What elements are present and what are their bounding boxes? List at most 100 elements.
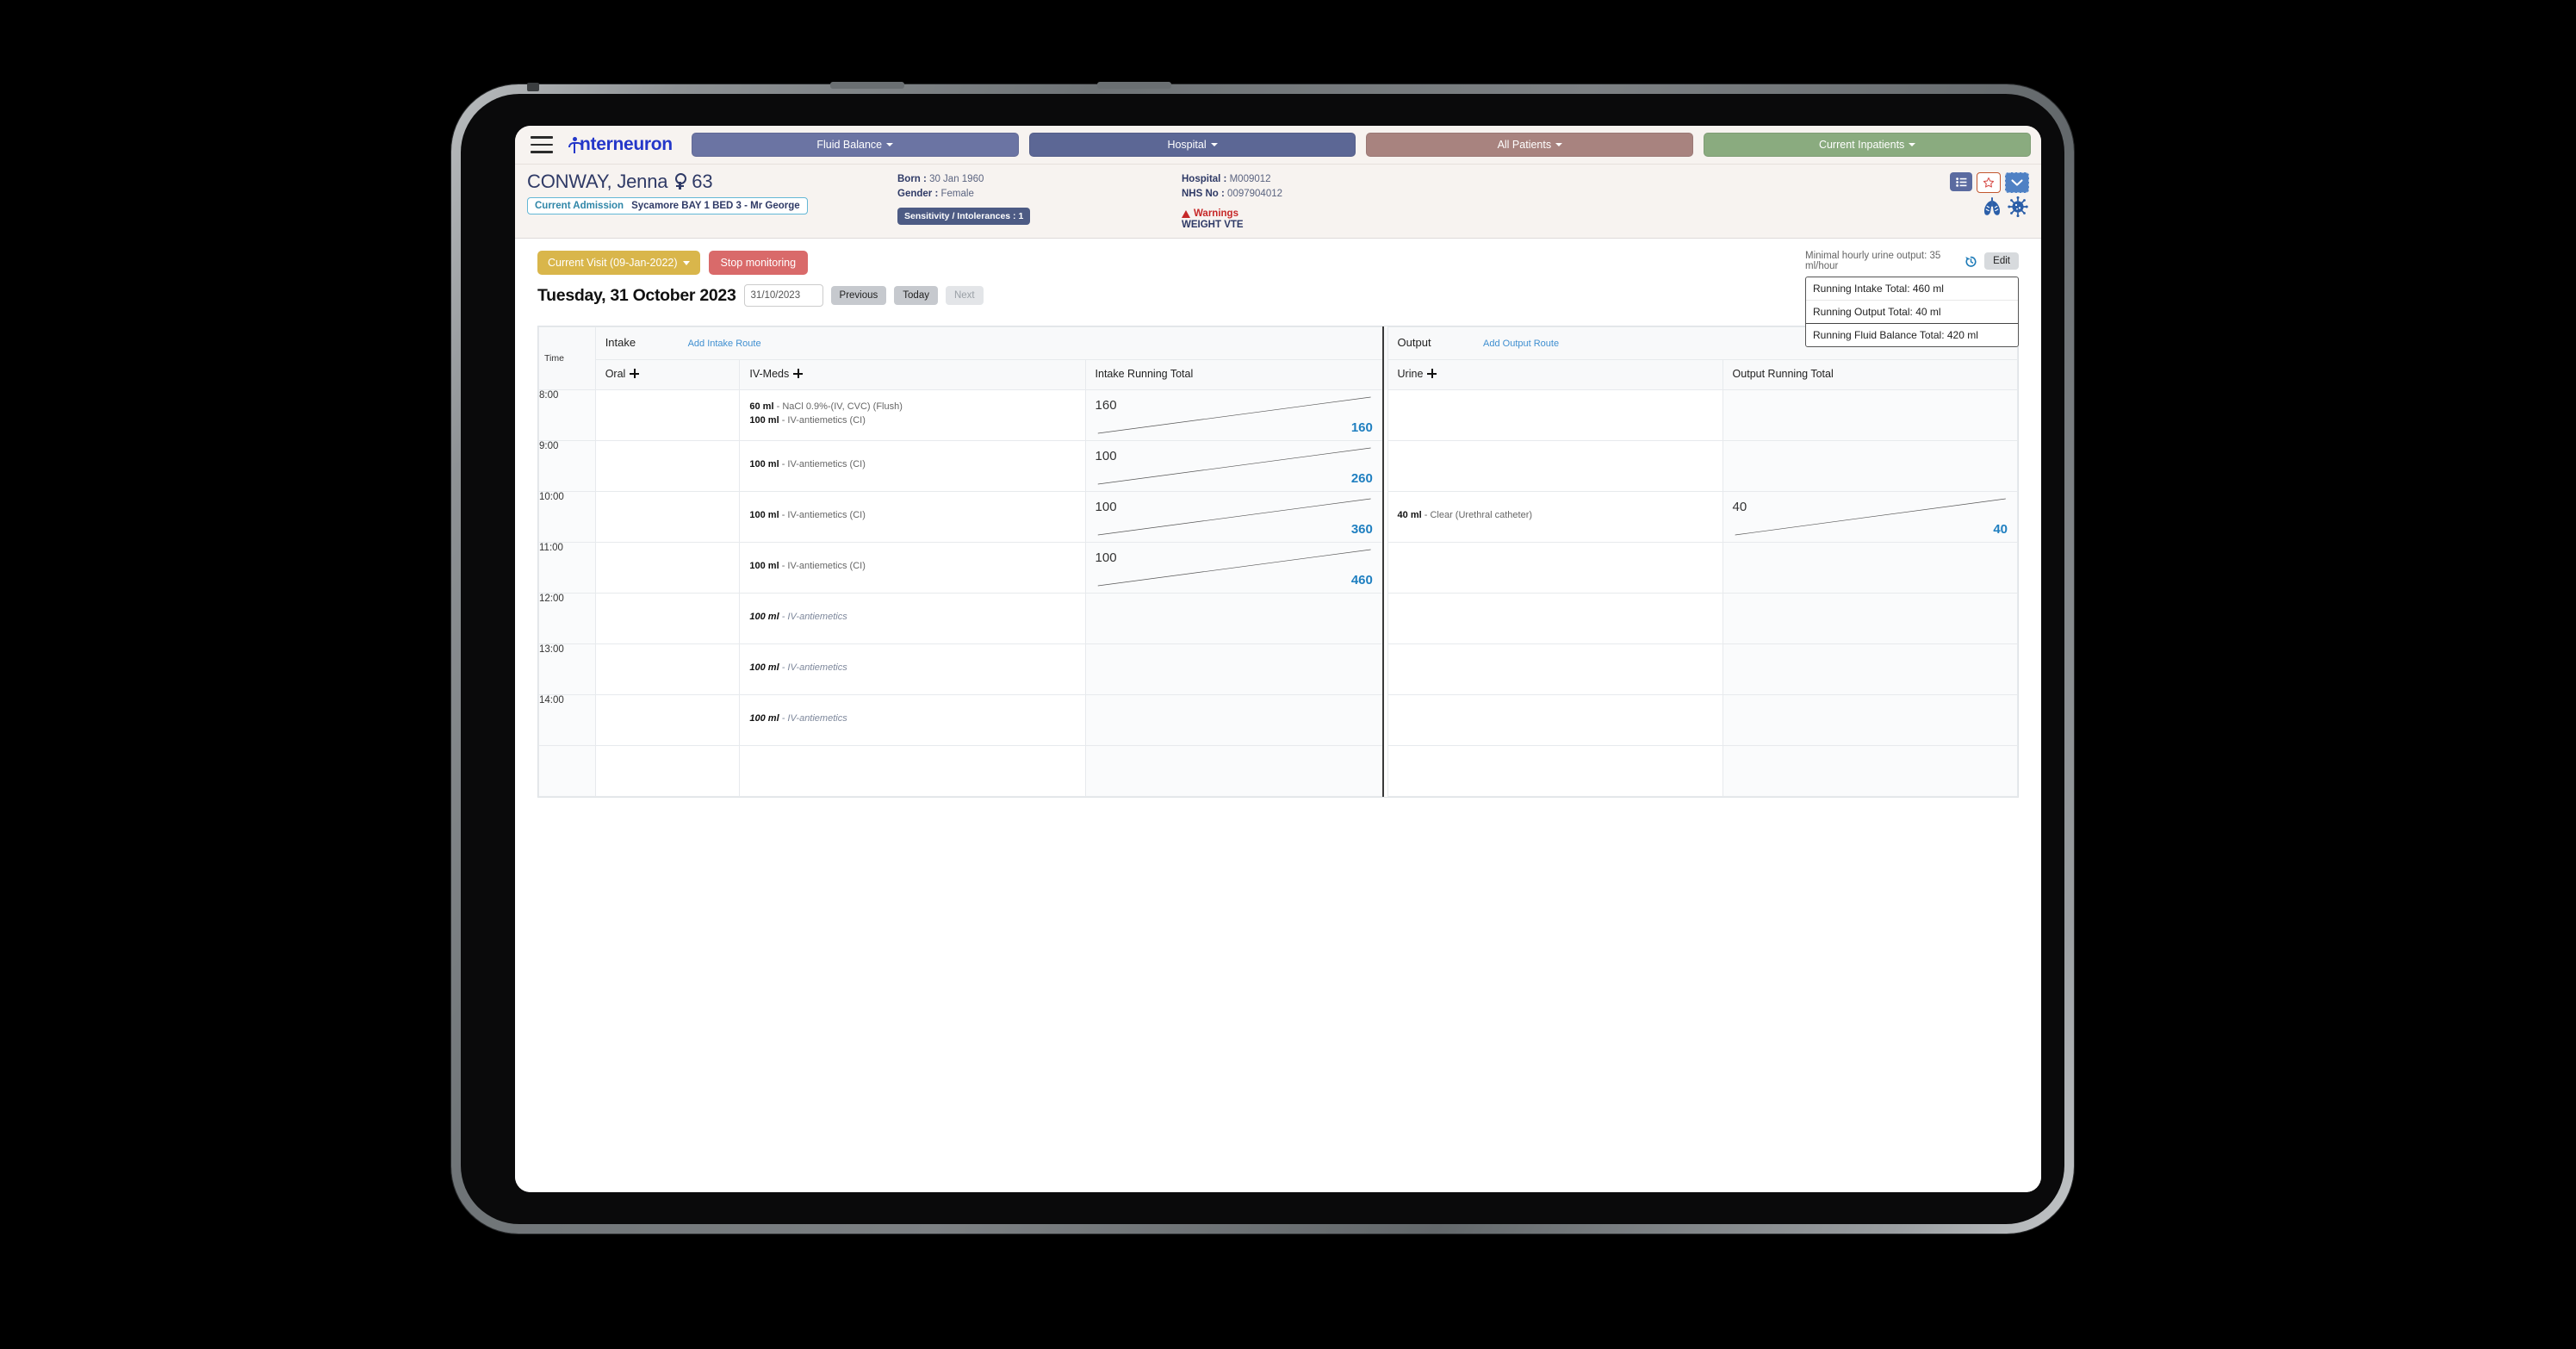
hospital-label: Hospital :: [1182, 174, 1227, 184]
urine-cell[interactable]: [1387, 542, 1723, 594]
stop-monitoring-button[interactable]: Stop monitoring: [708, 251, 809, 276]
patient-name: CONWAY, Jenna: [527, 171, 668, 192]
iv-meds-cell[interactable]: 60 ml - NaCl 0.9%-(IV, CVC) (Flush) 100 m…: [739, 389, 1086, 442]
previous-day-button[interactable]: Previous: [830, 286, 887, 306]
nav-button-fluid-balance[interactable]: Fluid Balance: [691, 133, 1019, 157]
add-iv-meds-plus-icon[interactable]: [793, 369, 804, 379]
patient-banner: CONWAY, Jenna 63 Current Admission Sycam…: [515, 165, 2041, 239]
medication-entry[interactable]: 60 ml - NaCl 0.9%-(IV, CVC) (Flush): [740, 401, 1084, 414]
oral-cell[interactable]: [594, 593, 741, 645]
iv-meds-cell[interactable]: 100 ml - IV-antiemetics: [739, 643, 1086, 696]
intake-running-total-cell: [1084, 745, 1384, 798]
output-running-total-cell: [1722, 593, 2019, 645]
list-icon[interactable]: [1950, 172, 1972, 191]
iv-meds-column-header[interactable]: IV-Meds: [739, 359, 1086, 391]
urine-column-header[interactable]: Urine: [1387, 359, 1723, 391]
medication-entry[interactable]: 100 ml - IV-antiemetics: [740, 712, 1084, 726]
warnings-heading[interactable]: Warnings: [1182, 208, 1950, 219]
output-group-label: Output: [1397, 336, 1431, 350]
urine-cell[interactable]: [1387, 643, 1723, 696]
nav-button-current-inpatients[interactable]: Current Inpatients: [1704, 133, 2032, 157]
brand-text: nterneuron: [580, 134, 673, 154]
edit-button[interactable]: Edit: [1984, 252, 2019, 270]
oral-cell[interactable]: [594, 643, 741, 696]
iv-meds-cell[interactable]: 100 ml - IV-antiemetics (CI): [739, 440, 1086, 493]
oral-column-header[interactable]: Oral: [594, 359, 741, 391]
intake-running-total-cell: [1084, 593, 1384, 645]
add-output-route-link[interactable]: Add Output Route: [1483, 339, 1559, 349]
medication-entry[interactable]: 100 ml - IV-antiemetics (CI): [740, 560, 1084, 574]
date-input[interactable]: [743, 284, 823, 308]
iv-meds-cell[interactable]: 100 ml - IV-antiemetics: [739, 694, 1086, 747]
intake-hourly-value: 160: [1095, 398, 1117, 413]
running-output-total: Running Output Total: 40 ml: [1806, 300, 2018, 323]
intake-running-total-header-label: Intake Running Total: [1095, 368, 1194, 381]
medication-amount: 60 ml: [749, 401, 774, 413]
today-button[interactable]: Today: [894, 286, 938, 306]
row-time-cell: 12:00: [538, 593, 596, 645]
urine-cell[interactable]: [1387, 593, 1723, 645]
nav-button-hospital[interactable]: Hospital: [1028, 133, 1356, 157]
add-urine-plus-icon[interactable]: [1427, 369, 1437, 379]
oral-cell[interactable]: [594, 440, 741, 493]
medication-entry[interactable]: 100 ml - IV-antiemetics: [740, 662, 1084, 675]
intake-hourly-value: 100: [1095, 550, 1117, 566]
intake-group-header: Intake Add Intake Route: [594, 326, 1384, 361]
virus-icon[interactable]: [2007, 196, 2029, 221]
oral-cell[interactable]: [594, 389, 741, 442]
interneuron-glyph-icon: [568, 136, 583, 154]
intake-running-total-cell: 100 460: [1084, 542, 1384, 594]
patient-icon-row-top: [1950, 172, 2029, 193]
bezel-button-2: [1097, 82, 1171, 89]
row-time-cell: 10:00: [538, 491, 596, 544]
medication-entry[interactable]: 100 ml - IV-antiemetics (CI): [740, 509, 1084, 523]
output-running-total-cell: [1722, 440, 2019, 493]
oral-cell[interactable]: [594, 745, 741, 798]
table-column-header-row: Oral IV-Meds Intake Running Total Urine: [539, 359, 2019, 391]
next-day-button[interactable]: Next: [945, 286, 984, 306]
add-intake-route-link[interactable]: Add Intake Route: [688, 339, 761, 349]
urine-cell[interactable]: 40 ml - Clear (Urethral catheter): [1387, 491, 1723, 544]
medication-list: 40 ml - Clear (Urethral catheter): [1388, 492, 1723, 523]
medication-amount: 100 ml: [749, 612, 779, 623]
medication-description: - Clear (Urethral catheter): [1424, 510, 1533, 521]
oral-cell[interactable]: [594, 491, 741, 544]
table-row: 13:00 100 ml - IV-antiemetics: [538, 643, 2019, 696]
output-running-total-cell: 40 40: [1722, 491, 2019, 544]
history-clock-icon[interactable]: [1964, 254, 1978, 269]
add-oral-plus-icon[interactable]: [630, 369, 640, 379]
table-body: 8:00 60 ml - NaCl 0.9%-(IV, CVC) (Flush) 1…: [538, 389, 2019, 798]
current-visit-button[interactable]: Current Visit (09-Jan-2022): [537, 251, 700, 276]
iv-meds-cell[interactable]: 100 ml - IV-antiemetics: [739, 593, 1086, 645]
urine-cell[interactable]: [1387, 389, 1723, 442]
medication-entry[interactable]: 100 ml - IV-antiemetics (CI): [740, 414, 1084, 428]
intake-running-total-value: 160: [1350, 420, 1373, 436]
urine-cell[interactable]: [1387, 440, 1723, 493]
chevron-down-icon[interactable]: [2005, 172, 2029, 193]
medication-entry[interactable]: 40 ml - Clear (Urethral catheter): [1388, 509, 1723, 523]
urine-cell[interactable]: [1387, 745, 1723, 798]
iv-meds-cell[interactable]: [739, 745, 1086, 798]
medication-entry[interactable]: 100 ml - IV-antiemetics: [740, 611, 1084, 625]
current-admission-pill[interactable]: Current Admission Sycamore BAY 1 BED 3 -…: [527, 197, 808, 215]
born-label: Born :: [897, 174, 927, 184]
intake-running-total-cell: 100 260: [1084, 440, 1384, 493]
star-icon[interactable]: [1977, 172, 2001, 193]
iv-meds-header-label: IV-Meds: [749, 368, 790, 381]
medication-entry[interactable]: 100 ml - IV-antiemetics (CI): [740, 458, 1084, 472]
iv-meds-cell[interactable]: 100 ml - IV-antiemetics (CI): [739, 542, 1086, 594]
lungs-icon[interactable]: [1981, 196, 2003, 221]
medication-amount: 100 ml: [749, 510, 779, 521]
hamburger-menu-icon[interactable]: [531, 136, 553, 153]
sensitivity-intolerances-button[interactable]: Sensitivity / Intolerances : 1: [897, 208, 1031, 226]
nav-button-all-patients[interactable]: All Patients: [1366, 133, 1694, 157]
nhs-value: 0097904012: [1227, 188, 1283, 199]
oral-cell[interactable]: [594, 542, 741, 594]
intake-running-total-column-header: Intake Running Total: [1084, 359, 1384, 391]
iv-meds-cell[interactable]: 100 ml - IV-antiemetics (CI): [739, 491, 1086, 544]
oral-cell[interactable]: [594, 694, 741, 747]
urine-cell[interactable]: [1387, 694, 1723, 747]
chevron-down-icon: [1210, 143, 1218, 146]
table-row: 9:00 100 ml - IV-antiemetics (CI) 100 260: [538, 440, 2019, 493]
medication-description: - IV-antiemetics: [781, 713, 847, 724]
